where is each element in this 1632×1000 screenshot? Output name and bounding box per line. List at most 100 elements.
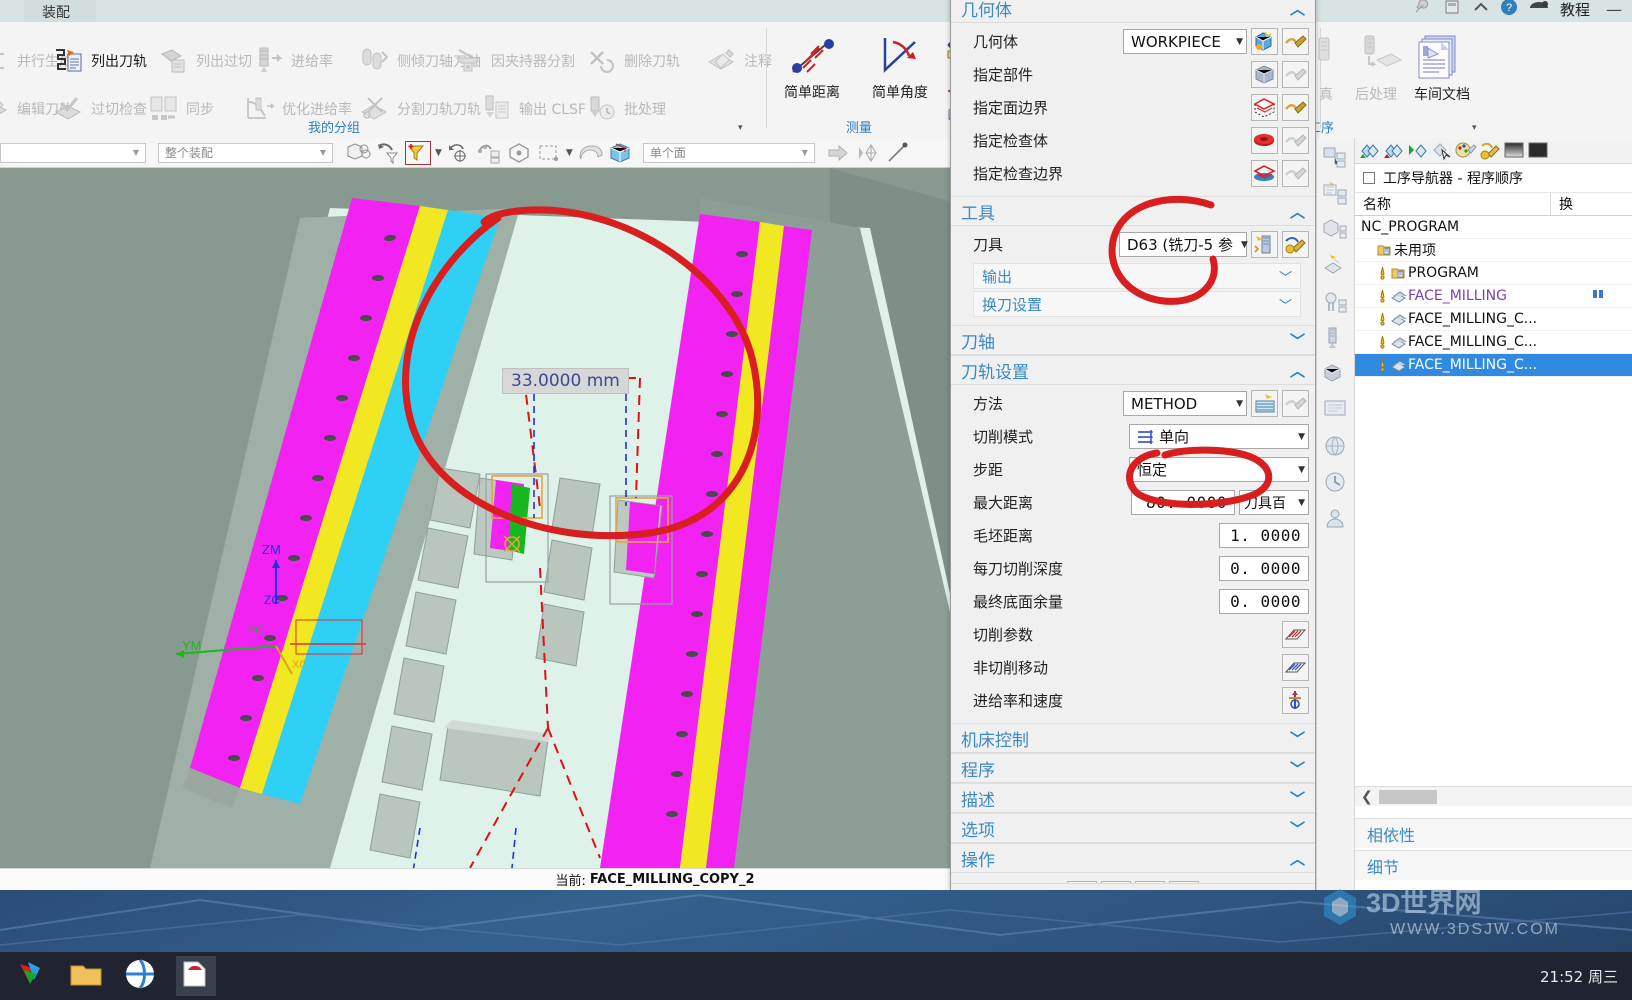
selection-scope-combo[interactable]: ▼ xyxy=(0,142,146,163)
ribbon-group-dropdown-icon[interactable]: ▾ xyxy=(738,123,743,133)
shell-icon[interactable] xyxy=(577,141,603,165)
panel-icon[interactable] xyxy=(1527,140,1549,162)
ribbon-item-list-toolpath[interactable]: 列出刀轨 xyxy=(52,44,147,78)
check-boundary-edit-icon[interactable] xyxy=(1282,160,1309,187)
tree-horizontal-scrollbar[interactable]: ❮ xyxy=(1355,786,1632,806)
new-tool-icon[interactable] xyxy=(1251,231,1278,258)
role-icon[interactable] xyxy=(1321,504,1351,534)
pin-checkbox[interactable] xyxy=(1363,172,1375,184)
scroll-thumb[interactable] xyxy=(1378,789,1437,804)
select-mode-dropdown-icon[interactable]: ▼ xyxy=(566,148,573,158)
face-boundary-edit-icon[interactable] xyxy=(1282,94,1309,121)
palette-icon[interactable] xyxy=(1455,140,1477,162)
explorer-icon[interactable] xyxy=(68,956,108,996)
tree-row-face-milling-copy-2[interactable]: FACE_MILLING_C... xyxy=(1355,331,1632,354)
ribbon-item-delete-toolpath[interactable]: 删除刀轨 xyxy=(585,44,680,78)
ribbon-item-output-clsf[interactable]: 输出 CLSF xyxy=(480,92,586,126)
non-cutting-moves-icon[interactable] xyxy=(1282,654,1309,681)
help-icon[interactable]: ? xyxy=(1500,0,1518,20)
max-distance-unit-combo[interactable]: 刀具百 ▼ xyxy=(1239,490,1309,515)
ribbon-item-feedrate[interactable]: 进给率 xyxy=(252,44,333,78)
new-method-icon[interactable] xyxy=(1251,390,1278,417)
create-operation-icon[interactable] xyxy=(1359,140,1381,162)
assembly-scope-combo[interactable]: 整个装配 ▼ xyxy=(158,142,333,163)
section-header-tool-axis[interactable]: 刀轴 ﹀ xyxy=(951,325,1315,355)
edit-method-icon[interactable] xyxy=(1282,390,1309,417)
section-header-machine-control[interactable]: 机床控制 ﹀ xyxy=(951,723,1315,753)
section-header-description[interactable]: 描述 ﹀ xyxy=(951,783,1315,813)
section-header-geometry[interactable]: 几何体 ︿ xyxy=(951,0,1315,23)
select-check-body-icon[interactable] xyxy=(1251,127,1278,154)
tree-row-face-milling[interactable]: FACE_MILLING xyxy=(1355,285,1632,308)
web-browser-icon[interactable] xyxy=(1321,432,1351,462)
tutorial-icon[interactable] xyxy=(1528,0,1550,20)
undo-snap-icon[interactable] xyxy=(446,141,472,165)
subsection-output[interactable]: 输出 ﹀ xyxy=(973,263,1301,289)
face-milling-dialog[interactable]: 几何体 ︿ 几何体 WORKPIECE ▼ 指定部件 指定面边界 指定检查体 指… xyxy=(950,0,1316,930)
section-header-actions[interactable]: 操作 ︿ xyxy=(951,843,1315,873)
wrench-icon[interactable] xyxy=(1479,140,1501,162)
filter-wrench-icon[interactable] xyxy=(375,141,401,165)
stepover-combo[interactable]: 恒定 ▼ xyxy=(1129,457,1309,482)
ribbon-item-batch-process[interactable]: 批处理 xyxy=(585,92,666,126)
move-object-icon[interactable] xyxy=(855,141,881,165)
ribbon-big-shop-documentation[interactable]: 车间文档 xyxy=(1396,34,1488,104)
cutting-parameters-icon[interactable] xyxy=(1282,621,1309,648)
create-program-icon[interactable] xyxy=(1383,140,1405,162)
play-icon[interactable] xyxy=(1407,140,1429,162)
tool-combo[interactable]: D63 (铣刀-5 参 ▼ xyxy=(1119,232,1248,257)
cut-pattern-combo[interactable]: 单向 ▼ xyxy=(1129,424,1309,449)
tree-row-face-milling-copy-3[interactable]: FACE_MILLING_C... xyxy=(1355,354,1632,377)
max-distance-input[interactable]: 80. 0000 xyxy=(1131,490,1235,515)
solid-box-icon[interactable] xyxy=(607,141,633,165)
face-filter-combo[interactable]: 单个面 ▼ xyxy=(642,142,815,163)
section-header-tool[interactable]: 工具 ︿ xyxy=(951,196,1315,226)
edit-tool-icon[interactable] xyxy=(1282,231,1309,258)
section-header-path-settings[interactable]: 刀轨设置 ︿ xyxy=(951,355,1315,385)
ribbon-item-split-toolpath[interactable]: 分割刀轨 xyxy=(358,92,453,126)
model-history-icon[interactable] xyxy=(1321,180,1351,210)
blank-distance-input[interactable]: 1. 0000 xyxy=(1219,523,1309,548)
reuse-library-icon[interactable] xyxy=(1321,360,1351,390)
ribbon-item-list-gouge[interactable]: 列出过切 xyxy=(157,44,252,78)
assembly-navigator-icon[interactable] xyxy=(1321,144,1351,174)
ribbon-group-operation-dropdown-icon[interactable]: ▾ xyxy=(1472,123,1477,133)
minimize-icon[interactable]: — xyxy=(1600,0,1628,19)
column-header-change[interactable]: 换 xyxy=(1551,193,1632,215)
subsection-tool-change-settings[interactable]: 换刀设置 ﹀ xyxy=(973,291,1301,317)
method-combo[interactable]: METHOD ▼ xyxy=(1123,391,1247,416)
cursor-icon[interactable] xyxy=(1431,140,1453,162)
chevron-up-icon[interactable] xyxy=(1472,0,1490,19)
check-body-edit-icon[interactable] xyxy=(1282,127,1309,154)
assembly-constraint-icon[interactable] xyxy=(345,141,371,165)
start-icon[interactable] xyxy=(14,956,54,996)
ribbon-item-synchronize[interactable]: 同步 xyxy=(147,92,214,126)
feeds-speeds-icon[interactable] xyxy=(1282,687,1309,714)
tree-row-unused-items[interactable]: 未用项 xyxy=(1355,239,1632,262)
tab-assembly[interactable]: 装配 xyxy=(24,0,96,22)
search-wrench-icon[interactable] xyxy=(1412,0,1432,20)
snap-point-filter-icon[interactable] xyxy=(405,140,431,165)
section-header-program[interactable]: 程序 ﹀ xyxy=(951,753,1315,783)
dependencies-section[interactable]: 相依性 xyxy=(1355,818,1632,848)
geometry-combo[interactable]: WORKPIECE ▼ xyxy=(1123,29,1247,54)
tree-row-face-milling-copy-1[interactable]: FACE_MILLING_C... xyxy=(1355,308,1632,331)
ribbon-big-simple-distance[interactable]: 简单距离 xyxy=(766,32,858,102)
tool-navigator-icon[interactable] xyxy=(1321,324,1351,354)
ribbon-big-simple-angle[interactable]: 简单角度 xyxy=(854,32,946,102)
tree-row-program[interactable]: PROGRAM xyxy=(1355,262,1632,285)
part-edit-icon[interactable] xyxy=(1282,61,1309,88)
pdf-icon[interactable] xyxy=(176,956,216,996)
curve-rule-icon[interactable] xyxy=(476,141,502,165)
hd3d-icon[interactable] xyxy=(1321,396,1351,426)
machine-tool-navigator-icon[interactable] xyxy=(1321,288,1351,318)
face-rule-icon[interactable] xyxy=(506,141,532,165)
operation-navigator-icon[interactable] xyxy=(1321,252,1351,282)
snap-filter-dropdown-icon[interactable]: ▼ xyxy=(435,148,442,158)
browser-icon[interactable] xyxy=(122,956,162,996)
section-header-options[interactable]: 选项 ﹀ xyxy=(951,813,1315,843)
rect-select-icon[interactable] xyxy=(536,141,562,165)
select-part-icon[interactable] xyxy=(1251,61,1278,88)
final-floor-stock-input[interactable]: 0. 0000 xyxy=(1219,589,1309,614)
next-arrow-icon[interactable] xyxy=(825,141,851,165)
